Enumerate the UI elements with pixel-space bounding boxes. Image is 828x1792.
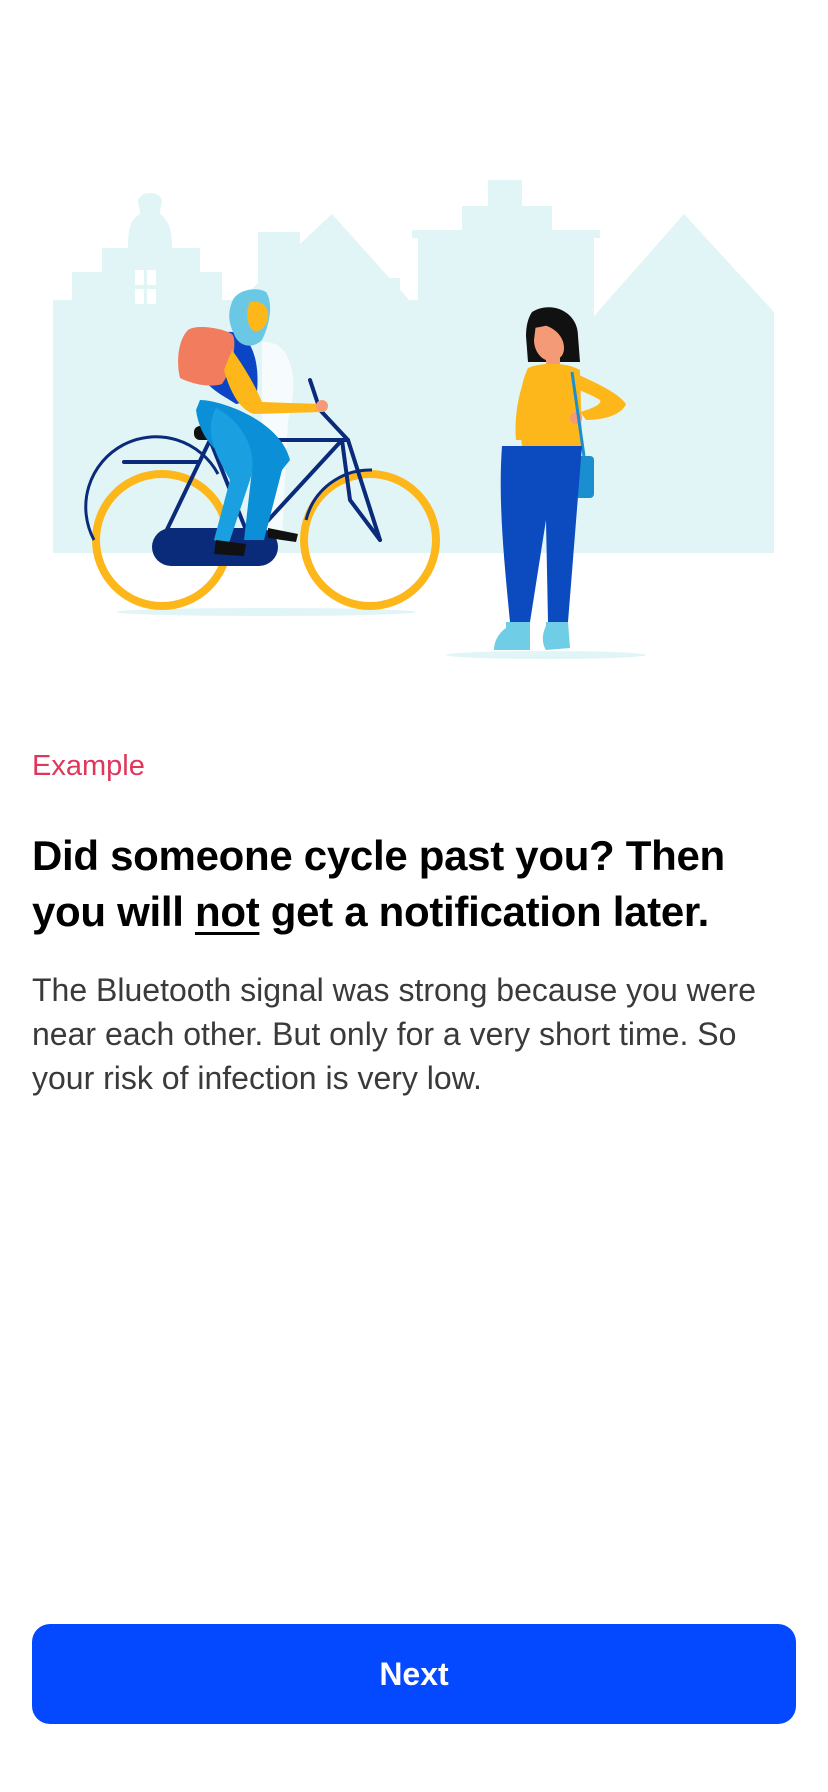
- page-title: Did someone cycle past you? Then you wil…: [32, 828, 796, 940]
- buildings-silhouette: [53, 180, 774, 553]
- title-part-2: get a notification later.: [259, 888, 710, 935]
- explanation-text: The Bluetooth signal was strong because …: [32, 972, 756, 1096]
- cyclist-passing-pedestrian-illustration: [53, 180, 774, 659]
- example-label: Example: [32, 750, 145, 782]
- next-button[interactable]: Next: [32, 1624, 796, 1724]
- title-emphasis: not: [194, 888, 260, 935]
